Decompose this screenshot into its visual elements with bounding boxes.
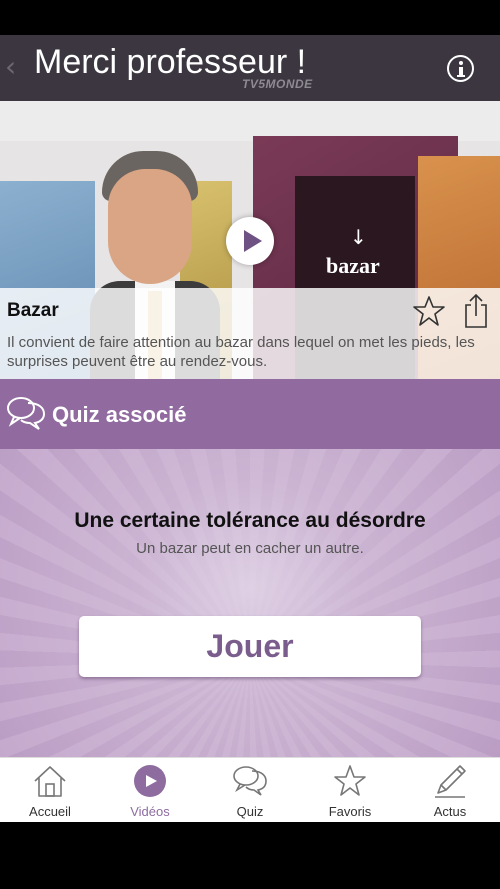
pencil-icon bbox=[435, 765, 466, 798]
app-title: Merci professeur ! bbox=[34, 43, 307, 81]
quiz-section-label: Quiz associé bbox=[52, 402, 187, 427]
tab-videos[interactable]: Vidéos bbox=[100, 758, 200, 823]
app-header: ‹ Merci professeur ! TV5MONDE bbox=[0, 35, 500, 101]
play-quiz-button[interactable]: Jouer bbox=[79, 616, 421, 677]
speech-bubbles-icon bbox=[233, 766, 267, 796]
share-icon[interactable] bbox=[462, 293, 490, 329]
navigation-bar bbox=[0, 822, 500, 889]
sunburst-background bbox=[0, 449, 500, 757]
video-backdrop bbox=[0, 101, 500, 141]
tab-accueil[interactable]: Accueil bbox=[0, 758, 100, 823]
quiz-card: Une certaine tolérance au désordre Un ba… bbox=[0, 449, 500, 757]
quiz-subtitle: Un bazar peut en cacher un autre. bbox=[136, 540, 364, 557]
down-arrow-icon: ↓ bbox=[350, 225, 367, 249]
tab-label: Vidéos bbox=[130, 804, 170, 819]
video-title: Bazar bbox=[7, 300, 59, 321]
tab-label: Actus bbox=[433, 804, 467, 819]
video-player[interactable]: ↓ bazar Bazar Il convient de faire atten… bbox=[0, 101, 500, 379]
play-video-button[interactable] bbox=[226, 217, 274, 265]
play-icon bbox=[134, 765, 166, 797]
tab-label: Accueil bbox=[29, 804, 71, 819]
status-bar bbox=[0, 0, 500, 35]
video-info-panel: Bazar Il convient de faire attention au … bbox=[0, 288, 500, 379]
quiz-title: Une certaine tolérance au désordre bbox=[74, 509, 426, 532]
bottom-tab-bar: Accueil Vidéos Quiz Favoris Actus bbox=[0, 757, 500, 822]
brand-logo: TV5MONDE bbox=[242, 77, 313, 91]
quiz-section-header: Quiz associé bbox=[0, 379, 500, 449]
tab-quiz[interactable]: Quiz bbox=[200, 758, 300, 823]
info-icon[interactable] bbox=[447, 55, 474, 82]
video-description: Il convient de faire attention au bazar … bbox=[7, 334, 475, 370]
back-button[interactable]: ‹ bbox=[5, 53, 16, 81]
tab-favoris[interactable]: Favoris bbox=[300, 758, 400, 823]
star-icon bbox=[334, 765, 366, 796]
video-caption: bazar bbox=[326, 253, 380, 278]
play-icon bbox=[244, 230, 262, 252]
home-icon bbox=[34, 766, 66, 797]
favorite-star-icon[interactable] bbox=[412, 294, 446, 328]
tab-label: Quiz bbox=[236, 804, 264, 819]
speech-bubbles-icon bbox=[7, 397, 46, 430]
tab-label: Favoris bbox=[328, 804, 372, 819]
tab-actus[interactable]: Actus bbox=[400, 758, 500, 823]
